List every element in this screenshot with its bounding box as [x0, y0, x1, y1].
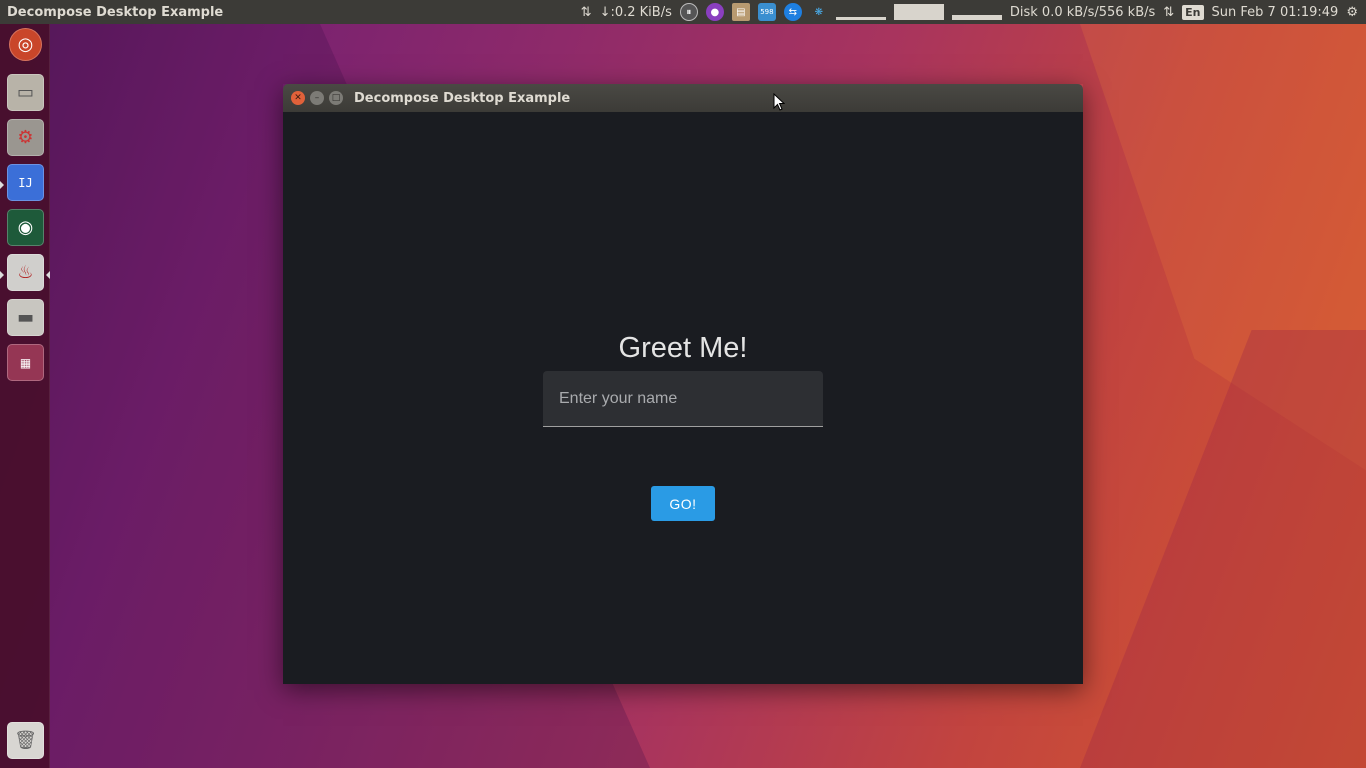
firefox-icon[interactable]: ●: [705, 3, 724, 21]
window-title: Decompose Desktop Example: [354, 90, 571, 106]
running-indicator: [0, 271, 4, 279]
network-menu-icon[interactable]: ⇅: [1163, 5, 1174, 20]
network-graph[interactable]: [951, 4, 1002, 20]
name-input[interactable]: [559, 389, 823, 408]
net-speed-indicator[interactable]: ↓:0.2 KiB/s: [600, 5, 672, 20]
clipboard-icon[interactable]: ▤: [731, 3, 750, 21]
trash-icon[interactable]: 🗑: [7, 722, 44, 759]
maximize-icon[interactable]: □: [329, 91, 343, 105]
workspace-icon[interactable]: ▦: [7, 344, 44, 381]
wallpaper-facet: [1080, 330, 1366, 768]
focus-indicator: [46, 271, 50, 279]
keyboard-layout-indicator[interactable]: En: [1182, 4, 1204, 20]
cpu-graph[interactable]: [835, 4, 886, 20]
indicator-icon[interactable]: ⏸: [679, 3, 698, 21]
mail-badge-icon[interactable]: 598: [757, 3, 776, 21]
network-arrows-icon[interactable]: ⇅: [581, 5, 592, 20]
badge-count: 598: [760, 8, 774, 16]
files-icon[interactable]: ▭: [7, 74, 44, 111]
app-window: ✕ – □ Decompose Desktop Example Greet Me…: [283, 84, 1083, 684]
memory-graph[interactable]: [893, 4, 944, 20]
settings-icon[interactable]: ⚙: [7, 119, 44, 156]
name-field[interactable]: [543, 371, 823, 427]
disk-io-indicator[interactable]: Disk 0.0 kB/s/556 kB/s: [1010, 5, 1155, 20]
active-app-title: Decompose Desktop Example: [7, 4, 224, 20]
java-icon[interactable]: ♨: [7, 254, 44, 291]
intellij-icon[interactable]: IJ: [7, 164, 44, 201]
running-indicator: [0, 181, 4, 189]
teamviewer-icon[interactable]: ⇆: [783, 3, 802, 21]
go-button[interactable]: GO!: [651, 486, 715, 521]
disk-icon[interactable]: ▬: [7, 299, 44, 336]
top-panel: Decompose Desktop Example ⇅ ↓:0.2 KiB/s …: [0, 0, 1366, 24]
ubuntu-logo-icon[interactable]: ◎: [9, 28, 42, 61]
page-title: Greet Me!: [618, 332, 748, 364]
window-titlebar[interactable]: ✕ – □ Decompose Desktop Example: [283, 84, 1083, 112]
gear-icon[interactable]: ⚙: [1346, 5, 1358, 20]
minimize-icon[interactable]: –: [310, 91, 324, 105]
launcher: ◎ ▭ ⚙ IJ ◉ ♨ ▬ ▦ 🗑: [0, 24, 50, 768]
wallpaper-facet: [1080, 24, 1366, 471]
close-icon[interactable]: ✕: [291, 91, 305, 105]
window-content: Greet Me! GO!: [283, 112, 1083, 684]
system-tray: ⇅ ↓:0.2 KiB/s ⏸ ● ▤ 598 ⇆ ❋ Disk 0.0 kB/…: [581, 0, 1366, 24]
clock[interactable]: Sun Feb 7 01:19:49: [1212, 5, 1339, 20]
globe-icon[interactable]: ◉: [7, 209, 44, 246]
mouse-pointer-icon: [773, 93, 785, 111]
paw-icon[interactable]: ❋: [809, 3, 828, 21]
